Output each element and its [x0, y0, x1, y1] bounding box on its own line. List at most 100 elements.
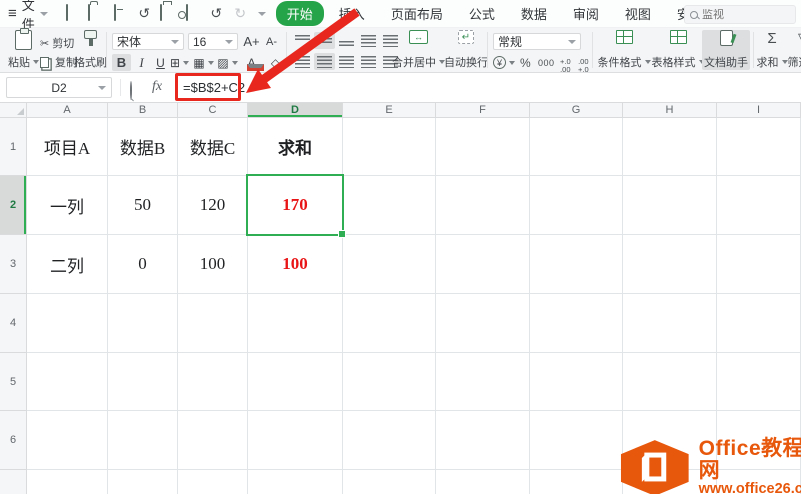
fill-color-button[interactable]: ▨: [218, 54, 237, 71]
cell-b3[interactable]: 0: [108, 235, 178, 294]
search-input[interactable]: [702, 9, 782, 21]
cell-h6[interactable]: [623, 411, 717, 470]
cell-d1[interactable]: 求和: [248, 118, 343, 176]
cut-button[interactable]: ✂ 剪切: [40, 35, 74, 51]
cell-d4[interactable]: [248, 294, 343, 353]
cell-d6[interactable]: [248, 411, 343, 470]
select-all-corner[interactable]: [0, 103, 27, 118]
merge-center-button[interactable]: ↔ 合并居中: [392, 30, 445, 70]
row-header-1[interactable]: 1: [0, 118, 27, 176]
cell-a1[interactable]: 项目A: [27, 118, 108, 176]
align-middle-button[interactable]: [314, 32, 335, 49]
cell-f1[interactable]: [436, 118, 530, 176]
align-left-button[interactable]: [292, 53, 313, 70]
justify-button[interactable]: [358, 53, 379, 70]
cell-i4[interactable]: [717, 294, 801, 353]
cell-e1[interactable]: [343, 118, 436, 176]
cell-b7[interactable]: [108, 470, 178, 494]
cell-e7[interactable]: [343, 470, 436, 494]
tab-page-layout[interactable]: 页面布局: [380, 1, 454, 26]
cell-c1[interactable]: 数据C: [178, 118, 248, 176]
zoom-formula-button[interactable]: [130, 82, 132, 100]
print-button[interactable]: [160, 5, 177, 22]
cell-f5[interactable]: [436, 353, 530, 411]
cell-e4[interactable]: [343, 294, 436, 353]
column-header-h[interactable]: H: [623, 103, 717, 118]
increase-decimal-button[interactable]: +.0 .00: [560, 58, 571, 74]
italic-button[interactable]: I: [132, 54, 151, 71]
column-header-e[interactable]: E: [343, 103, 436, 118]
new-file-button[interactable]: [64, 5, 81, 22]
cell-c5[interactable]: [178, 353, 248, 411]
cell-f4[interactable]: [436, 294, 530, 353]
cell-a3[interactable]: 二列: [27, 235, 108, 294]
font-color-button[interactable]: A: [242, 54, 261, 71]
cell-g3[interactable]: [530, 235, 623, 294]
tab-view[interactable]: 视图: [614, 1, 662, 26]
formula-input[interactable]: =$B$2+C2: [183, 80, 245, 95]
column-header-f[interactable]: F: [436, 103, 530, 118]
cell-h3[interactable]: [623, 235, 717, 294]
decrease-indent-button[interactable]: [358, 32, 379, 49]
cell-c3[interactable]: 100: [178, 235, 248, 294]
font-name-select[interactable]: 宋体: [112, 33, 184, 50]
cell-e3[interactable]: [343, 235, 436, 294]
thousands-format-button[interactable]: 000: [538, 54, 555, 71]
column-header-d[interactable]: D: [248, 103, 343, 118]
column-header-a[interactable]: A: [27, 103, 108, 118]
number-format-select[interactable]: 常规: [493, 33, 581, 50]
tab-insert[interactable]: 插入: [328, 1, 376, 26]
align-right-button[interactable]: [336, 53, 357, 70]
tab-data[interactable]: 数据: [510, 1, 558, 26]
undo-button[interactable]: ↺: [208, 5, 225, 22]
cell-g5[interactable]: [530, 353, 623, 411]
cell-i7[interactable]: [717, 470, 801, 494]
paste-button[interactable]: 粘贴: [8, 30, 39, 70]
align-bottom-button[interactable]: [336, 32, 357, 49]
percent-format-button[interactable]: %: [520, 54, 531, 71]
cell-f7[interactable]: [436, 470, 530, 494]
cell-h4[interactable]: [623, 294, 717, 353]
hamburger-icon[interactable]: ≡: [8, 5, 17, 22]
cell-d2-selected[interactable]: 170: [248, 176, 343, 235]
increase-font-button[interactable]: A+: [242, 33, 261, 50]
cell-i3[interactable]: [717, 235, 801, 294]
cell-e2[interactable]: [343, 176, 436, 235]
copy-button[interactable]: 复制: [40, 54, 77, 70]
cell-c7[interactable]: [178, 470, 248, 494]
clear-format-button[interactable]: ◇: [266, 54, 285, 71]
tab-review[interactable]: 审阅: [562, 1, 610, 26]
open-button[interactable]: [88, 5, 105, 22]
row-header-5[interactable]: 5: [0, 353, 27, 411]
command-search[interactable]: [684, 5, 796, 24]
column-header-c[interactable]: C: [178, 103, 248, 118]
column-header-g[interactable]: G: [530, 103, 623, 118]
autosum-button[interactable]: Σ 求和: [757, 30, 787, 70]
cell-g4[interactable]: [530, 294, 623, 353]
cell-i5[interactable]: [717, 353, 801, 411]
cell-e5[interactable]: [343, 353, 436, 411]
cell-i2[interactable]: [717, 176, 801, 235]
cell-h1[interactable]: [623, 118, 717, 176]
format-painter-button[interactable]: 格式刷: [74, 30, 107, 70]
redo-button[interactable]: ↻: [232, 5, 249, 22]
cell-b2[interactable]: 50: [108, 176, 178, 235]
row-header-6[interactable]: 6: [0, 411, 27, 470]
cell-g7[interactable]: [530, 470, 623, 494]
cell-h7[interactable]: [623, 470, 717, 494]
cell-c4[interactable]: [178, 294, 248, 353]
cell-a4[interactable]: [27, 294, 108, 353]
table-style-button[interactable]: 表格样式: [652, 30, 704, 70]
cell-b5[interactable]: [108, 353, 178, 411]
cell-b1[interactable]: 数据B: [108, 118, 178, 176]
cell-g1[interactable]: [530, 118, 623, 176]
cell-d5[interactable]: [248, 353, 343, 411]
row-header-4[interactable]: 4: [0, 294, 27, 353]
cell-f2[interactable]: [436, 176, 530, 235]
borders-button[interactable]: ⊞: [170, 54, 189, 71]
tab-formulas[interactable]: 公式: [458, 1, 506, 26]
bold-button[interactable]: B: [112, 54, 131, 71]
decrease-font-button[interactable]: A-: [262, 33, 281, 50]
save-button[interactable]: [112, 5, 129, 22]
tab-home[interactable]: 开始: [276, 1, 324, 26]
